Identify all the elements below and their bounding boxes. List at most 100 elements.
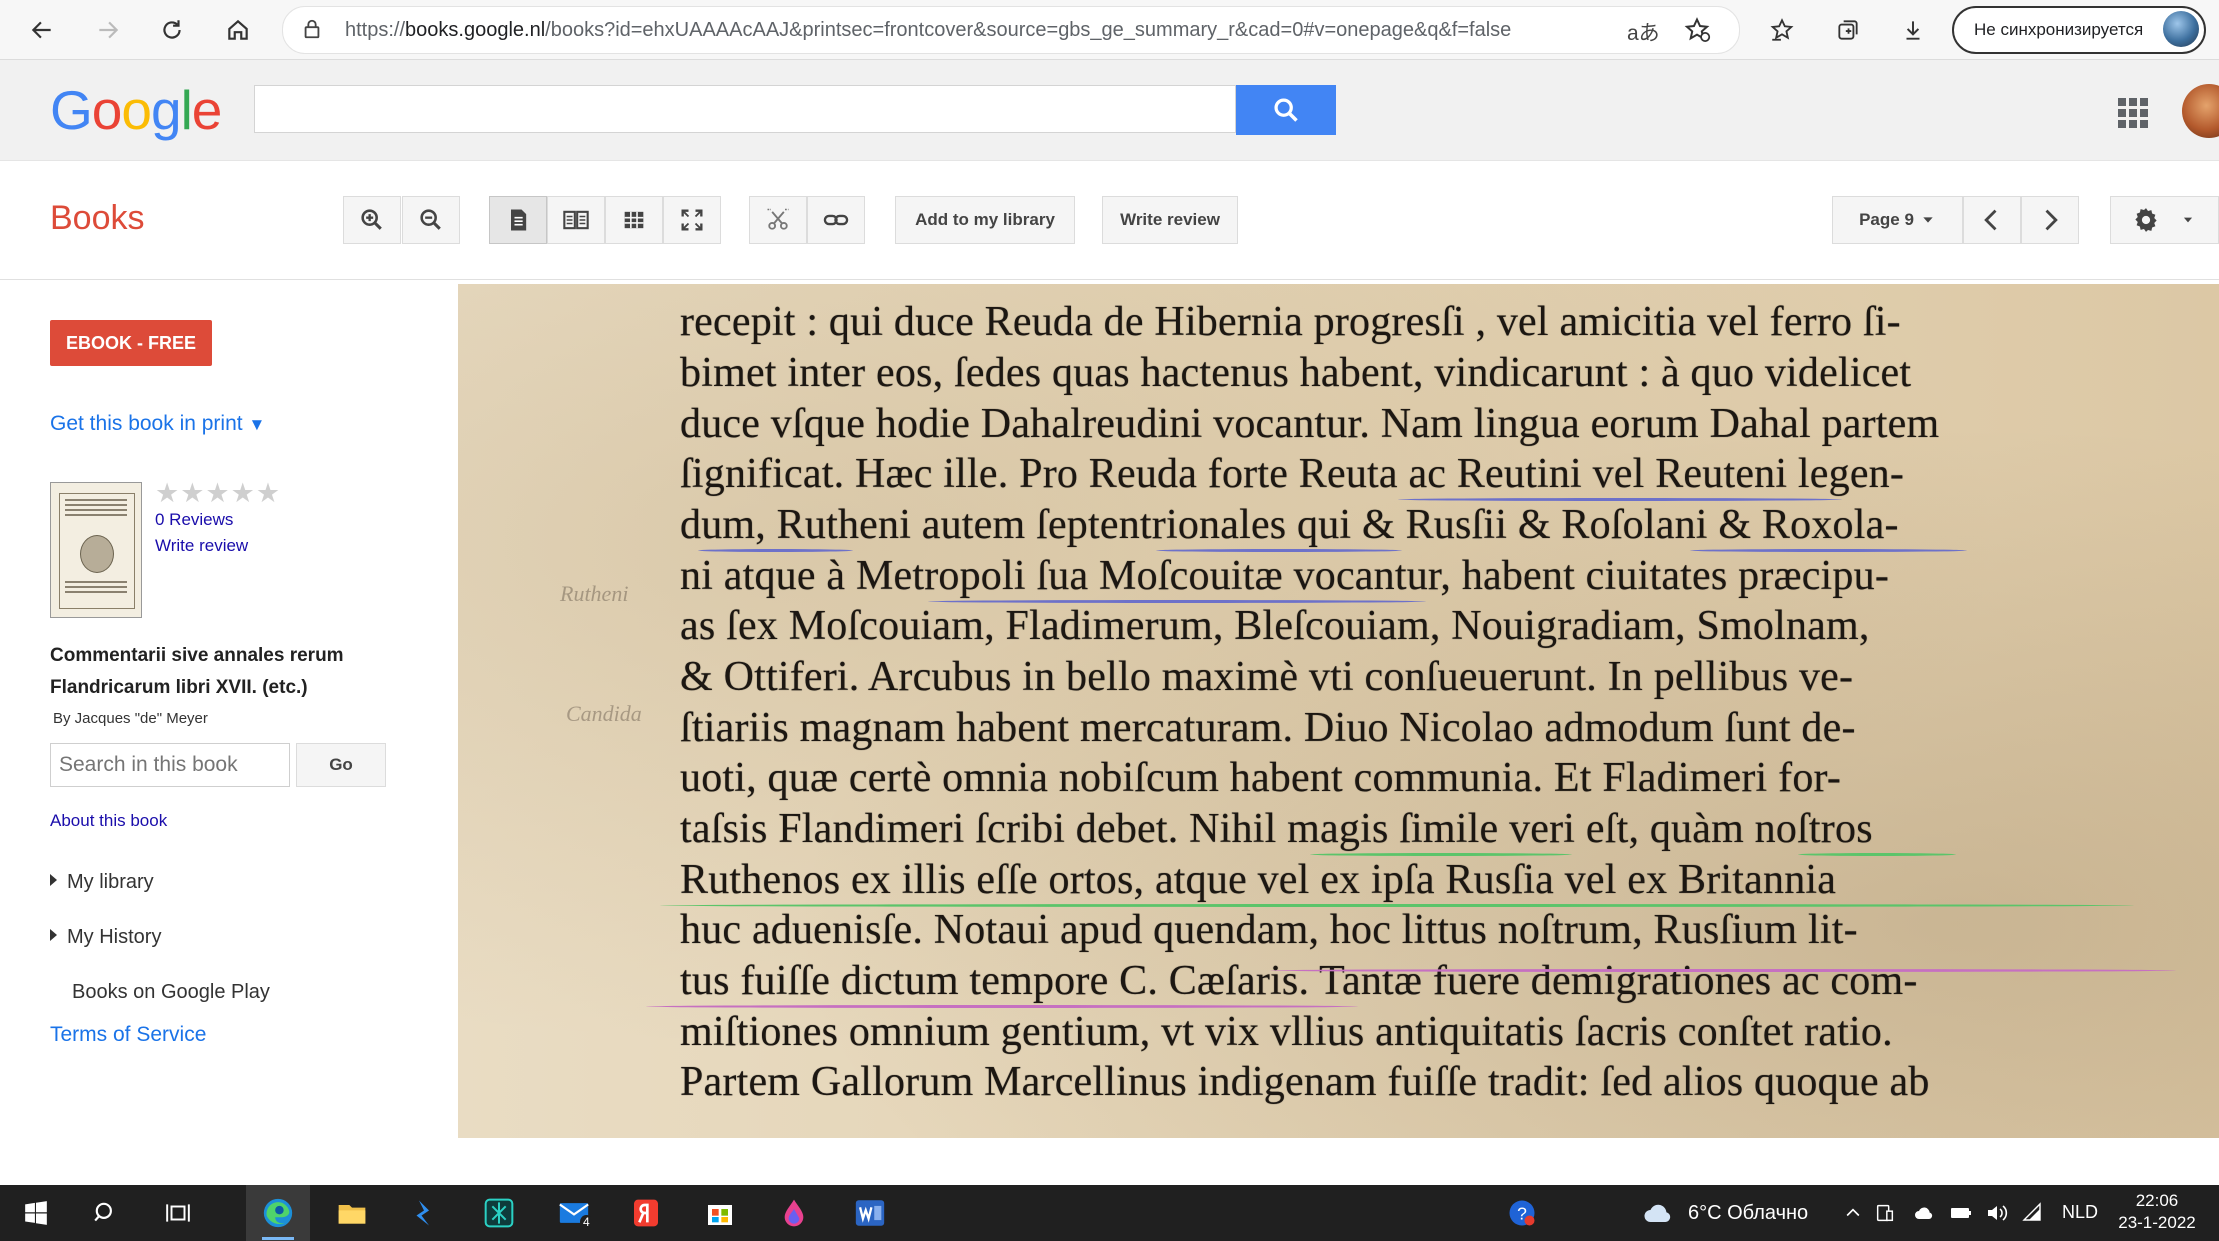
lock-icon[interactable] [301,18,323,40]
caret-down-icon [1923,217,1933,223]
page-text-line: Ruthenos ex illis eſſe ortos, atque vel … [680,857,1837,903]
two-page-view-button[interactable] [547,196,605,244]
zoom-in-icon [361,209,382,230]
link-button[interactable] [807,196,865,244]
page-text-line: taſsis Flandimeri ſcribi debet. Nihil ma… [680,806,1873,852]
google-search-input[interactable] [254,85,1236,133]
clip-button[interactable] [749,196,807,244]
file-explorer-icon[interactable] [332,1193,372,1233]
blue-underline [1690,549,1967,552]
sync-status-button[interactable]: Не синхронизируется [1952,6,2206,54]
collections-icon[interactable] [1828,10,1868,50]
google-logo[interactable]: Google [50,78,222,142]
weather-status[interactable]: 6°C Облачно [1688,1202,1808,1225]
search-icon[interactable] [86,1193,126,1233]
terms-of-service-link[interactable]: Terms of Service [50,1023,206,1047]
address-bar[interactable]: https://books.google.nl/books?id=ehxUAAA… [282,6,1740,54]
reload-icon[interactable] [152,10,192,50]
sidebar-write-review-link[interactable]: Write review [155,536,248,556]
book-author: By Jacques "de" Meyer [53,710,208,727]
page-text-line: tus fuiſſe dictum tempore C. Cæſaris. Ta… [680,958,1918,1004]
word-icon[interactable] [850,1193,890,1233]
book-cover-thumbnail[interactable] [50,482,142,618]
sidebar-item-label: My library [67,871,154,893]
cloud-weather-icon[interactable] [1638,1193,1678,1233]
sidebar-item-my-library[interactable]: My library [50,871,154,894]
microsoft-store-icon[interactable] [700,1193,740,1233]
apps-grid-icon[interactable] [2118,98,2148,128]
zoom-in-button[interactable] [343,196,401,244]
device-icon[interactable] [1870,1193,1900,1233]
page-text-line: & Ottiferi. Arcubus in bello maximè vti … [680,654,1854,700]
thumbnail-view-button[interactable] [605,196,663,244]
task-view-icon[interactable] [158,1193,198,1233]
battery-icon[interactable] [1946,1193,1976,1233]
green-underline [1798,853,1956,856]
books-section-title[interactable]: Books [50,199,145,238]
write-review-button[interactable]: Write review [1102,196,1238,244]
chevron-right-icon [2045,209,2058,231]
expand-triangle-icon [50,929,57,941]
single-page-view-button[interactable] [489,196,547,244]
single-page-icon [511,209,527,231]
favorites-icon[interactable] [1762,10,1802,50]
edge-browser-icon[interactable] [258,1193,298,1233]
onedrive-cloud-icon[interactable] [1910,1193,1940,1233]
forward-arrow-icon[interactable] [88,10,128,50]
show-hidden-icons-chevron-icon[interactable] [1838,1193,1868,1233]
yandex-browser-icon[interactable] [626,1193,666,1233]
help-icon[interactable]: ? [1502,1193,1542,1233]
clock[interactable]: 22:06 23-1-2022 [2112,1190,2202,1234]
page-text-line: miſtiones omnium gentium, vt vix vllius … [680,1009,1893,1055]
reviews-link[interactable]: 0 Reviews [155,510,233,530]
page-text-line: ſtiariis magnam habent mercaturam. Diuo … [680,705,1856,751]
about-this-book-link[interactable]: About this book [50,811,167,831]
wifi-icon[interactable] [2018,1193,2048,1233]
page-text-line: duce vſque hodie Dahalreudini vocantur. … [680,401,1940,447]
search-in-book-input[interactable] [50,743,290,787]
zoom-out-icon [420,209,441,230]
zoom-out-button[interactable] [402,196,460,244]
green-underline [660,904,2134,907]
ebook-free-button[interactable]: EBOOK - FREE [50,320,212,366]
input-language[interactable]: NLD [2062,1202,2098,1223]
home-icon[interactable] [218,10,258,50]
page-text-line: bimet inter eos, ſedes quas hactenus hab… [680,350,1912,396]
app-icon[interactable] [479,1193,519,1233]
link-icon [823,214,849,226]
translate-icon[interactable]: aあ [1627,17,1660,47]
settings-button[interactable] [2110,196,2219,244]
paint-drop-icon[interactable] [774,1193,814,1233]
mail-icon[interactable]: 4 [554,1193,594,1233]
book-page-scan[interactable]: Rutheni Candida recepit : qui duce Reuda… [458,284,2219,1138]
power-automate-icon[interactable] [404,1193,444,1233]
dropdown-arrow-icon: ▼ [248,415,266,434]
volume-icon[interactable] [1982,1193,2012,1233]
go-button[interactable]: Go [296,743,386,787]
green-underline [1310,853,1572,856]
page-text-line: as ſex Moſcouiam, Fladimerum, Bleſcouiam… [680,603,1870,649]
url-text[interactable]: https://books.google.nl/books?id=ehxUAAA… [345,19,1605,42]
rating-stars: ★★★★★ [155,478,282,508]
add-to-library-button[interactable]: Add to my library [895,196,1075,244]
downloads-icon[interactable] [1893,10,1933,50]
next-page-button[interactable] [2021,196,2079,244]
windows-start-icon[interactable] [16,1193,56,1233]
page-select-dropdown[interactable]: Page 9 [1832,196,1963,244]
google-header: Google [0,60,2219,161]
add-favorite-icon[interactable] [1683,16,1711,44]
previous-page-button[interactable] [1963,196,2021,244]
browser-toolbar: https://books.google.nl/books?id=ehxUAAA… [0,0,2219,60]
page-select-label: Page 9 [1859,210,1914,229]
account-avatar[interactable] [2182,84,2219,138]
back-arrow-icon[interactable] [22,10,62,50]
page-text-line: uoti, quæ certè omnia nobiſcum habent co… [680,755,1842,801]
sidebar-item-books-on-google-play[interactable]: Books on Google Play [72,981,270,1004]
search-button[interactable] [1236,85,1336,135]
sidebar-item-my-history[interactable]: My History [50,926,161,949]
page-text-line: Partem Gallorum Marcellinus indigenam fu… [680,1059,1930,1105]
fullscreen-button[interactable] [663,196,721,244]
two-page-icon [563,210,589,230]
get-book-in-print-link[interactable]: Get this book in print ▼ [50,412,265,436]
expand-triangle-icon [50,874,57,886]
